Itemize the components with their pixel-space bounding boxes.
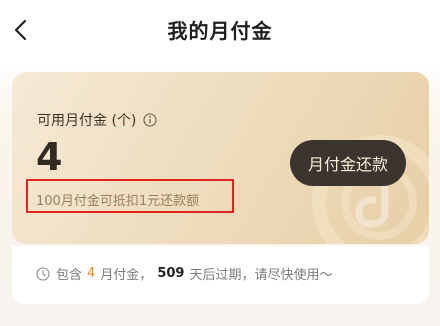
clock-icon <box>36 266 50 281</box>
expiry-days: 509 <box>157 266 185 281</box>
expiry-count: 4 <box>87 266 96 281</box>
expiry-prefix: 包含 <box>56 268 83 283</box>
expiry-mid: 月付金， <box>100 268 153 283</box>
expiry-panel: 包含 4 月付金， 509 天后过期，请尽快使用～ <box>12 246 429 304</box>
repay-with-credit-button[interactable]: 月付金还款 <box>290 140 406 186</box>
expiry-suffix: 天后过期，请尽快使用～ <box>189 268 333 283</box>
header: 我的月付金 <box>0 0 440 62</box>
page-title: 我的月付金 <box>167 19 273 43</box>
available-credit-count: 4 <box>36 135 63 179</box>
expiry-row: 包含 4 月付金， 509 天后过期，请尽快使用～ <box>36 264 332 283</box>
monthly-credit-card: 可用月付金 (个) 4 月付金还款 100月付金可抵扣1元还款额 <box>12 72 429 244</box>
conversion-note: 100月付金可抵扣1元还款额 <box>36 194 200 209</box>
page: 我的月付金 可用月付金 (个) 4 月付金还款 100月付金可抵扣1元还款额 包… <box>0 0 440 326</box>
available-credit-label-row: 可用月付金 (个) <box>37 110 157 130</box>
available-credit-label: 可用月付金 (个) <box>37 113 137 129</box>
info-icon[interactable] <box>143 113 157 127</box>
